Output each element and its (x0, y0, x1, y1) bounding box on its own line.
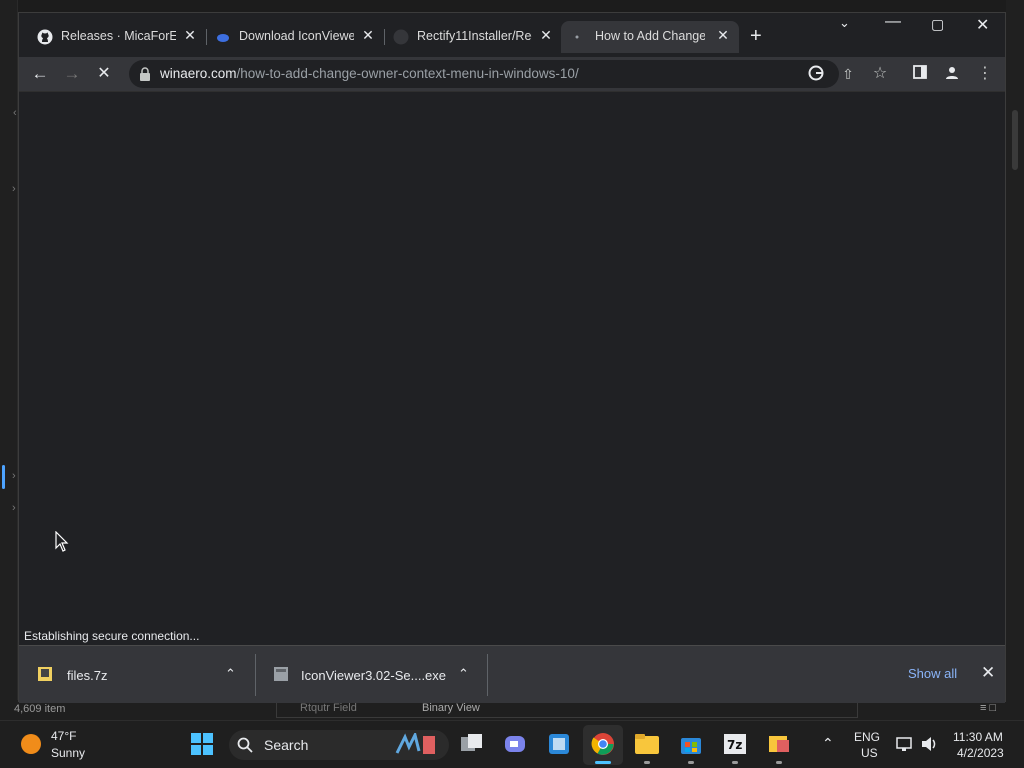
close-icon[interactable]: ✕ (182, 27, 198, 43)
close-icon[interactable]: ✕ (538, 27, 554, 43)
chevron-right-icon[interactable]: › (12, 183, 16, 195)
bookmark-star-icon[interactable]: ☆ (871, 65, 889, 83)
chevron-left-icon[interactable]: ‹ (13, 107, 17, 119)
google-lens-icon[interactable] (807, 65, 825, 83)
tab-strip: Releases · MicaForEve ✕ Download IconVie… (19, 13, 1005, 57)
show-all-link[interactable]: Show all (908, 666, 957, 681)
exe-file-icon (274, 667, 288, 681)
back-button[interactable]: ← (29, 63, 51, 85)
share-icon[interactable]: ⇧ (839, 65, 857, 83)
page-content[interactable] (19, 91, 1005, 645)
7z-file-icon (38, 667, 52, 681)
taskbar-search[interactable]: Search (229, 730, 449, 760)
close-icon[interactable]: ✕ (360, 27, 376, 43)
explorer-running-indicator (644, 761, 650, 764)
view-mode-icons[interactable]: ≡ □ (980, 702, 996, 714)
svg-text:7z: 7z (727, 738, 742, 752)
chevron-right-icon[interactable]: › (12, 470, 16, 482)
tab-releases[interactable]: Releases · MicaForEve ✕ (37, 21, 203, 53)
tab-separator (206, 29, 207, 45)
close-icon[interactable]: ✕ (715, 27, 731, 43)
minimize-button[interactable]: — (885, 13, 901, 31)
widgets-icon[interactable] (546, 731, 572, 757)
status-bubble: Establishing secure connection... (19, 627, 205, 645)
clock-time[interactable]: 11:30 AM (953, 730, 1003, 744)
loading-icon (569, 29, 585, 45)
new-tab-button[interactable]: + (750, 26, 762, 46)
chat-icon[interactable] (502, 731, 528, 757)
windows-start-icon[interactable] (189, 731, 215, 757)
tab-title: Rectify11Installer/Rec (417, 29, 532, 43)
weather-description[interactable]: Sunny (51, 746, 85, 760)
search-highlight-icon (395, 733, 435, 754)
chevron-up-icon[interactable]: ⌃ (822, 735, 834, 752)
7zip-icon[interactable]: 7z (722, 731, 748, 757)
search-label: Search (264, 737, 309, 753)
download-filename: IconViewer3.02-Se....exe (301, 668, 447, 683)
url-text[interactable]: winaero.com/how-to-add-change-owner-cont… (160, 66, 579, 81)
language-code[interactable]: ENG (854, 730, 880, 744)
tab-title: Releases · MicaForEve (61, 29, 176, 43)
download-shelf: files.7z ⌃ IconViewer3.02-Se....exe ⌃ Sh… (19, 645, 1005, 703)
tab-rectify11[interactable]: Rectify11Installer/Rec ✕ (393, 21, 559, 53)
tab-how-to-add-change[interactable]: How to Add Change ✕ (561, 21, 739, 53)
item-count: 4,609 item (14, 703, 66, 715)
close-icon[interactable]: ✕ (981, 663, 995, 683)
store-running-indicator (688, 761, 694, 764)
network-icon[interactable] (896, 736, 914, 752)
weather-temperature[interactable]: 47°F (51, 729, 76, 743)
forward-button[interactable]: → (61, 63, 83, 85)
mouse-cursor-icon (55, 531, 69, 552)
background-scrollbar[interactable] (1012, 110, 1018, 170)
chrome-icon[interactable] (590, 731, 616, 757)
region-code[interactable]: US (861, 746, 878, 760)
lock-icon[interactable] (139, 67, 151, 81)
app-icon[interactable] (766, 731, 792, 757)
more-menu-icon[interactable]: ⋮ (976, 65, 994, 83)
tab-title: Download IconViewer (239, 29, 354, 43)
tab-separator (384, 29, 385, 45)
file-explorer-icon[interactable] (634, 731, 660, 757)
tab-title: How to Add Change (595, 29, 705, 43)
profile-icon[interactable] (943, 65, 961, 83)
download-filename: files.7z (67, 668, 108, 683)
selection-accent (2, 465, 5, 489)
view-tab-binary[interactable]: Binary View (422, 702, 480, 714)
background-status-bar: 4,609 item Rtqutr Field Binary View ≡ □ (0, 700, 1024, 720)
chrome-active-indicator (595, 761, 611, 764)
chevron-up-icon[interactable]: ⌃ (458, 666, 469, 682)
stop-loading-button[interactable]: ✕ (93, 63, 115, 85)
app-running-indicator (776, 761, 782, 764)
browser-toolbar: ← → ✕ winaero.com/how-to-add-change-owne… (19, 57, 1005, 91)
maximize-button[interactable]: ▢ (931, 16, 944, 33)
download-item[interactable]: IconViewer3.02-Se....exe ⌃ (255, 654, 487, 694)
background-right-pane (1006, 0, 1024, 720)
sun-icon[interactable] (21, 734, 41, 754)
github-icon (393, 29, 409, 45)
browser-window: Releases · MicaForEve ✕ Download IconVie… (18, 12, 1006, 703)
chevron-up-icon[interactable]: ⌃ (225, 666, 236, 682)
blue-dot-icon (215, 29, 231, 45)
7zip-running-indicator (732, 761, 738, 764)
search-icon (237, 737, 253, 753)
tab-download-iconviewer[interactable]: Download IconViewer ✕ (215, 21, 381, 53)
address-bar[interactable]: winaero.com/how-to-add-change-owner-cont… (129, 60, 839, 88)
chevron-right-icon[interactable]: › (12, 502, 16, 514)
chevron-down-icon[interactable]: ⌄ (839, 15, 850, 31)
volume-icon[interactable] (921, 736, 939, 752)
download-separator (487, 654, 488, 696)
task-view-icon[interactable] (459, 731, 485, 757)
side-panel-icon[interactable] (911, 65, 929, 83)
clock-date[interactable]: 4/2/2023 (957, 746, 1004, 760)
close-window-button[interactable]: ✕ (976, 15, 989, 35)
taskbar: 47°F Sunny Search 7z ⌃ ENG US 11:30 AM 4… (0, 720, 1024, 768)
download-item[interactable]: files.7z ⌃ (19, 654, 254, 694)
github-icon (37, 29, 53, 45)
store-icon[interactable] (678, 731, 704, 757)
view-tab-a[interactable]: Rtqutr Field (300, 702, 357, 714)
